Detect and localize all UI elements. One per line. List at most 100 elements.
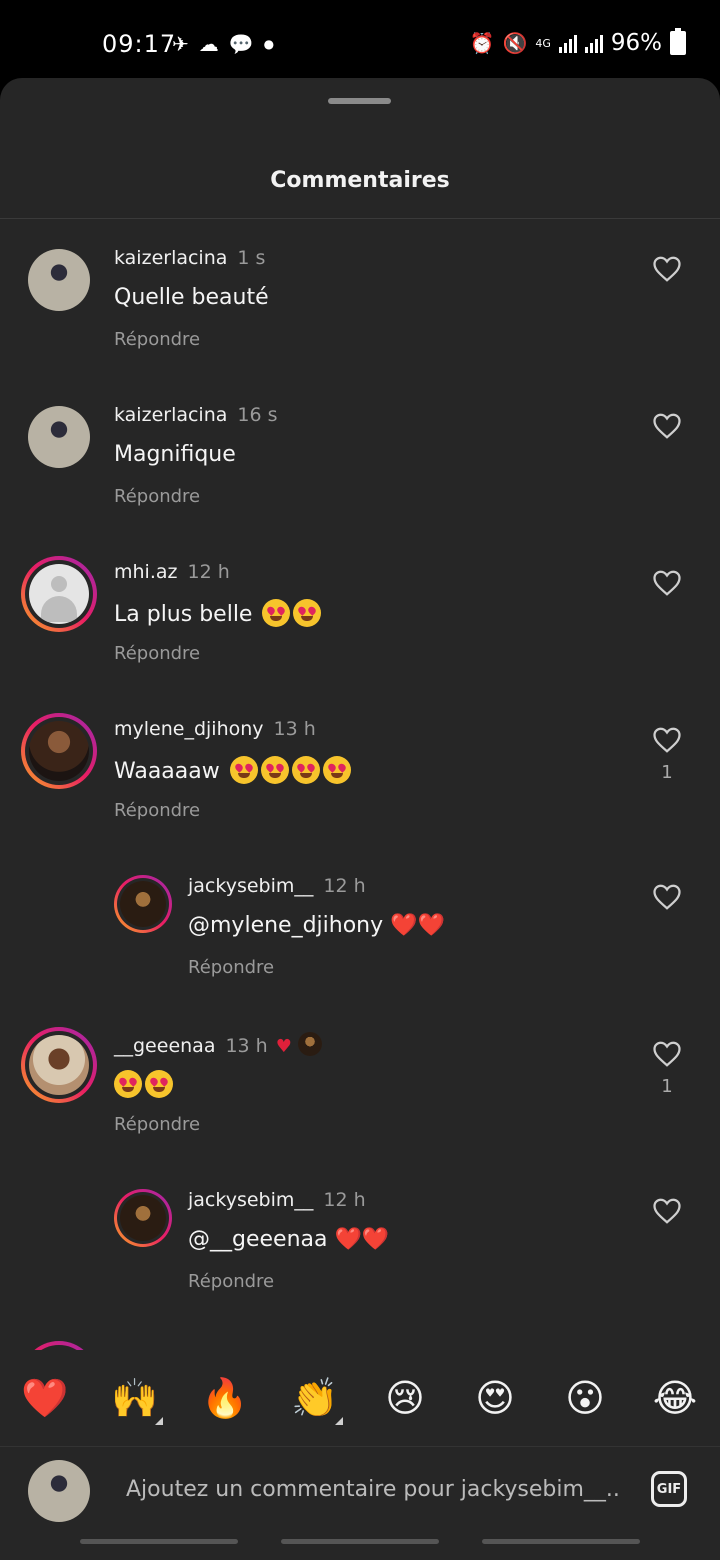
heart-eyes-emoji	[114, 1070, 142, 1098]
story-ring[interactable]	[21, 556, 97, 632]
like-heart-icon[interactable]	[652, 569, 682, 597]
reply-button[interactable]: Répondre	[114, 800, 200, 821]
gif-button[interactable]: GIF	[651, 1471, 687, 1507]
like-count: 1	[661, 762, 673, 783]
creator-liked-heart-icon: ♥	[275, 1036, 292, 1057]
reply-button[interactable]: Répondre	[114, 1114, 200, 1135]
reply-button[interactable]: Répondre	[188, 1271, 274, 1292]
comment-item: kaizerlacina 1 s Quelle beauté Répondre	[0, 219, 720, 369]
drag-handle[interactable]	[328, 98, 391, 104]
comment-text: @__geeenaa ❤️❤️	[188, 1227, 390, 1252]
comment-username[interactable]: kaizerlacina 16 s	[114, 404, 278, 426]
default-avatar-icon	[29, 564, 89, 624]
notification-icons: ✈ ☁ 💬 ●	[172, 32, 274, 56]
reply-item: jackysebim__ 12 h @mylene_djihony ❤️❤️ Ré…	[0, 847, 720, 997]
comment-username[interactable]: mhi.az 12 h	[114, 561, 230, 583]
reaction-heart[interactable]: ❤️	[15, 1376, 75, 1421]
like-count: 1	[661, 1076, 673, 1097]
reaction-raised-hands[interactable]: 🙌	[105, 1376, 165, 1425]
system-icons: ⏰ 🔇 4G 96%	[469, 28, 686, 56]
reaction-fire[interactable]: 🔥	[195, 1376, 255, 1421]
reaction-laughing[interactable]: 😂	[645, 1376, 705, 1420]
nav-gesture-bar	[80, 1539, 238, 1544]
heart-eyes-emoji	[322, 756, 351, 784]
heart-eyes-emoji	[229, 756, 258, 784]
my-avatar	[28, 1460, 90, 1522]
alarm-icon: ⏰	[469, 31, 495, 55]
comment-text: La plus belle	[114, 599, 322, 627]
heart-eyes-emoji	[293, 599, 322, 627]
reply-button[interactable]: Répondre	[188, 957, 274, 978]
reply-button[interactable]: Répondre	[114, 486, 200, 507]
comment-text: Waaaaaw	[114, 756, 351, 784]
avatar[interactable]	[28, 249, 90, 311]
story-ring[interactable]	[114, 1189, 172, 1247]
nav-gesture-bar	[281, 1539, 439, 1544]
reaction-surprised[interactable]: 😮	[555, 1376, 615, 1420]
avatar[interactable]	[28, 406, 90, 468]
like-heart-icon[interactable]	[652, 1197, 682, 1225]
battery-percent: 96%	[610, 30, 662, 56]
comment-time: 1 s	[237, 247, 266, 269]
mute-icon: 🔇	[502, 31, 528, 55]
comment-item: kaizerlacina 16 s Magnifique Répondre	[0, 376, 720, 526]
comment-text	[114, 1070, 173, 1098]
reaction-heart-eyes[interactable]: 😍	[465, 1376, 525, 1420]
dot-icon: ●	[263, 37, 275, 51]
comment-composer: Ajoutez un commentaire pour jackysebim__…	[0, 1447, 720, 1537]
reply-item: jackysebim__ 12 h @__geeenaa ❤️❤️ Répondr…	[0, 1161, 720, 1311]
comment-input[interactable]: Ajoutez un commentaire pour jackysebim__…	[126, 1477, 622, 1502]
comment-item-partial	[0, 1318, 720, 1350]
comment-item: mhi.az 12 h La plus belle Répondre	[0, 533, 720, 683]
comment-item: __geeenaa 13 h ♥ Répondre 1	[0, 1004, 720, 1154]
story-ring[interactable]	[21, 1027, 97, 1103]
like-heart-icon[interactable]	[652, 883, 682, 911]
comment-time: 13 h	[273, 718, 316, 740]
reaction-clap[interactable]: 👏	[285, 1376, 345, 1425]
comment-time: 12 h	[187, 561, 230, 583]
like-heart-icon[interactable]	[652, 1040, 682, 1068]
comment-text: Magnifique	[114, 442, 236, 467]
comment-time: 16 s	[237, 404, 278, 426]
heart-eyes-emoji	[291, 756, 320, 784]
nav-gesture-bar	[482, 1539, 640, 1544]
sheet-title: Commentaires	[270, 168, 450, 193]
signal-icon-2	[584, 33, 603, 53]
like-heart-icon[interactable]	[652, 412, 682, 440]
story-ring[interactable]	[21, 1341, 97, 1350]
status-time: 09:17	[102, 30, 177, 58]
reaction-crying[interactable]: 😢	[375, 1376, 435, 1420]
comment-text: Quelle beauté	[114, 285, 269, 310]
like-heart-icon[interactable]	[652, 726, 682, 754]
story-ring[interactable]	[21, 713, 97, 789]
reply-button[interactable]: Répondre	[114, 643, 200, 664]
avatar	[120, 1195, 166, 1241]
avatar	[120, 881, 166, 927]
like-heart-icon[interactable]	[652, 255, 682, 283]
story-ring[interactable]	[114, 875, 172, 933]
comment-username[interactable]: kaizerlacina 1 s	[114, 247, 265, 269]
heart-eyes-emoji	[260, 756, 289, 784]
comments-sheet: Commentaires kaizerlacina 1 s Quelle beau…	[0, 78, 720, 1560]
creator-mini-avatar	[297, 1032, 322, 1056]
telegram-icon: ✈	[172, 32, 189, 56]
heart-eyes-emoji	[145, 1070, 173, 1098]
comment-time: 12 h	[323, 875, 366, 897]
comment-text: @mylene_djihony ❤️❤️	[188, 913, 445, 938]
reply-button[interactable]: Répondre	[114, 329, 200, 350]
network-label: 4G	[535, 36, 551, 50]
comment-username[interactable]: __geeenaa 13 h ♥	[114, 1032, 322, 1057]
cloud-icon: ☁	[198, 32, 219, 56]
status-bar: 09:17 ✈ ☁ 💬 ● ⏰ 🔇 4G 96%	[0, 0, 720, 78]
comment-time: 12 h	[323, 1189, 366, 1211]
comment-time: 13 h	[225, 1035, 268, 1057]
chat-icon: 💬	[228, 32, 254, 56]
signal-icon	[558, 33, 577, 53]
comments-list[interactable]: kaizerlacina 1 s Quelle beauté Répondre k…	[0, 219, 720, 1350]
comment-username[interactable]: mylene_djihony 13 h	[114, 718, 316, 740]
avatar	[29, 721, 89, 781]
comment-username[interactable]: jackysebim__ 12 h	[188, 1189, 366, 1211]
heart-eyes-emoji	[262, 599, 291, 627]
comment-username[interactable]: jackysebim__ 12 h	[188, 875, 366, 897]
avatar	[29, 1035, 89, 1095]
